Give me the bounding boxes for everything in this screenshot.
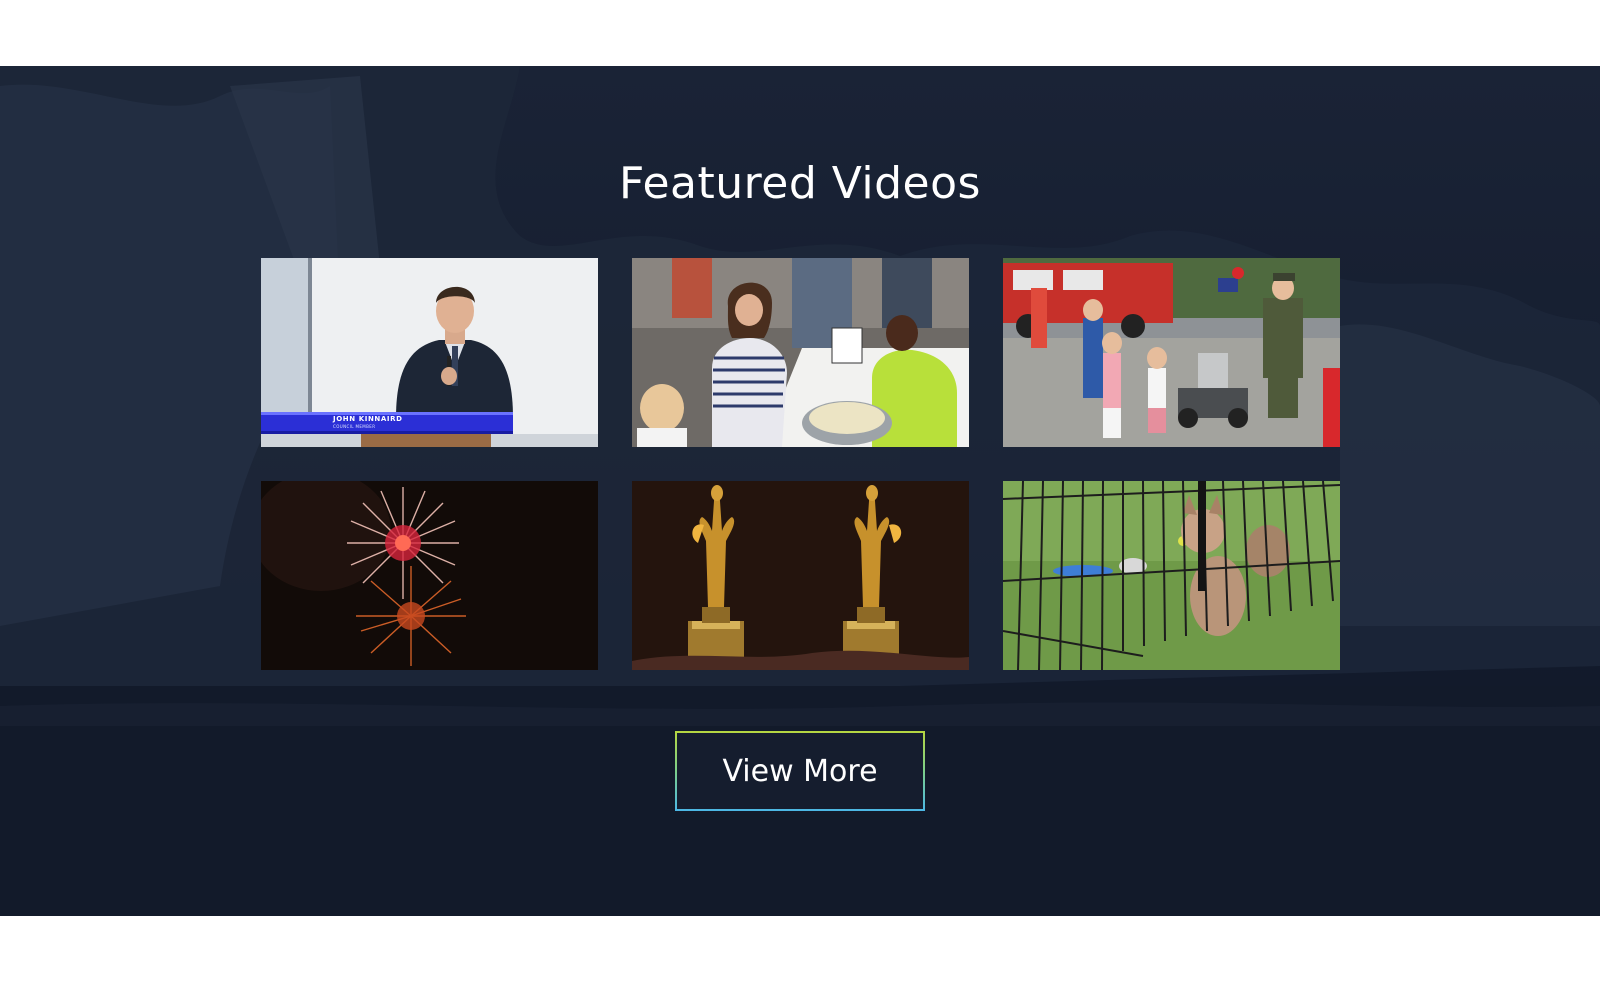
featured-videos-section: Featured Videos JOHN KINNAIRD COUNCIL ME…	[0, 66, 1600, 916]
view-more-button[interactable]: View More	[675, 731, 925, 811]
puppies-scene-image	[1003, 481, 1340, 670]
parade-scene-image	[1003, 258, 1340, 447]
video-thumbnail-fireworks[interactable]	[261, 481, 598, 670]
video-thumbnail-parade[interactable]	[1003, 258, 1340, 447]
bottom-white-band	[0, 916, 1600, 1000]
top-white-band	[0, 0, 1600, 66]
video-thumbnail-puppies[interactable]	[1003, 481, 1340, 670]
video-thumbnail-speaker[interactable]: John Kinnaird Council Member	[261, 258, 598, 447]
video-thumbnail-cooking-activity[interactable]	[632, 258, 969, 447]
lower-third-name: John Kinnaird	[332, 415, 402, 423]
awards-scene-image	[632, 481, 969, 670]
video-thumbnail-awards[interactable]	[632, 481, 969, 670]
lower-third-title: Council Member	[333, 424, 375, 429]
cooking-scene-image	[632, 258, 969, 447]
video-grid: John Kinnaird Council Member	[261, 258, 1340, 670]
section-title: Featured Videos	[619, 158, 981, 209]
speaker-scene-image: John Kinnaird Council Member	[261, 258, 598, 447]
fireworks-scene-image	[261, 481, 598, 670]
